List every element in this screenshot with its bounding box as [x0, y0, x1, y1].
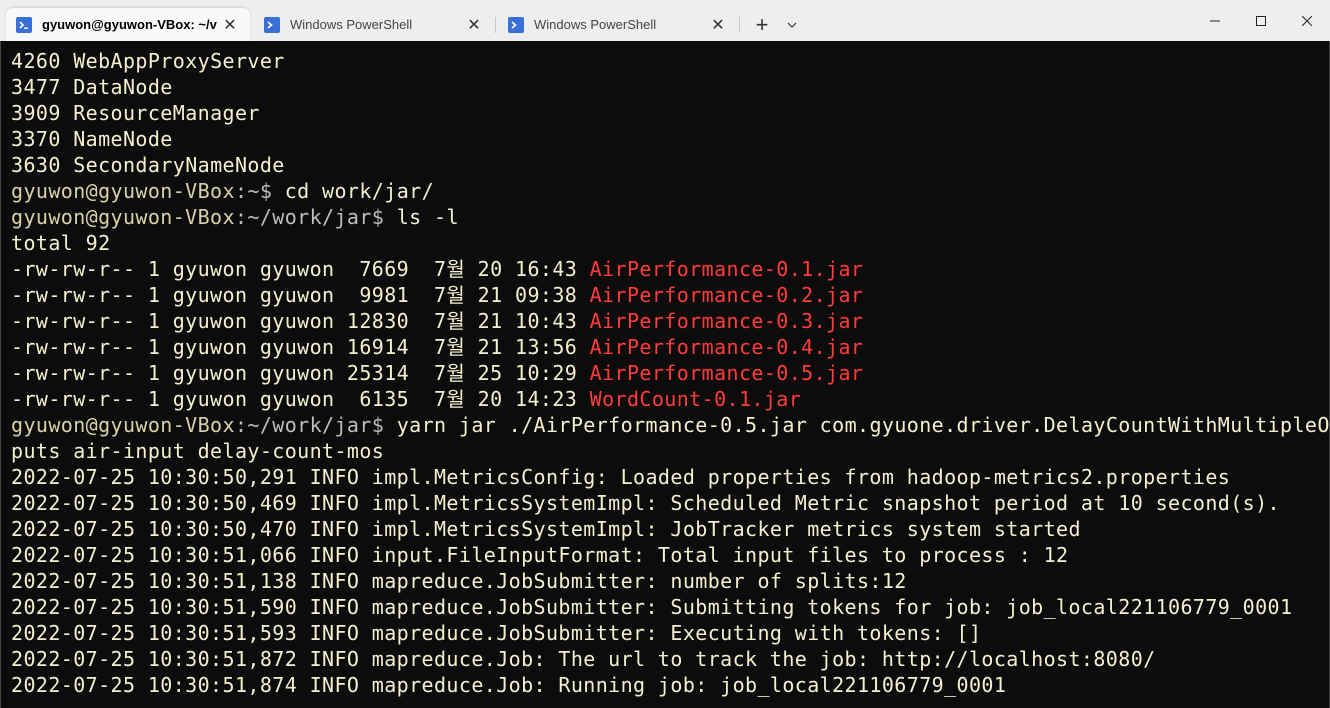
powershell-icon: [508, 16, 524, 33]
total-line: total 92: [11, 231, 111, 255]
file-row: -rw-rw-r-- 1 gyuwon gyuwon 7669 7월 20 16…: [11, 257, 864, 281]
command-text: cd work/jar/: [284, 179, 435, 203]
prompt-user: gyuwon@gyuwon-VBox: [11, 413, 235, 437]
log-line: 2022-07-25 10:30:51,138 INFO mapreduce.J…: [11, 569, 907, 593]
tab-title: Windows PowerShell: [534, 17, 657, 32]
file-row: -rw-rw-r-- 1 gyuwon gyuwon 25314 7월 25 1…: [11, 361, 864, 385]
log-line: 2022-07-25 10:30:51,593 INFO mapreduce.J…: [11, 621, 982, 645]
file-name: AirPerformance-0.3.jar: [589, 309, 864, 333]
process-line: 3909 ResourceManager: [11, 101, 260, 125]
log-line: 2022-07-25 10:30:51,874 INFO mapreduce.J…: [11, 673, 1007, 697]
prompt-line: gyuwon@gyuwon-VBox:~/work/jar$ yarn jar …: [11, 412, 1329, 438]
maximize-icon[interactable]: [1238, 0, 1284, 41]
log-line: 2022-07-25 10:30:50,470 INFO impl.Metric…: [11, 517, 1081, 541]
chevron-down-icon[interactable]: [780, 8, 804, 41]
close-icon[interactable]: ✕: [464, 15, 484, 35]
process-line: 4260 WebAppProxyServer: [11, 49, 285, 73]
powershell-icon: [264, 16, 280, 33]
tab-powershell-1[interactable]: Windows PowerShell ✕: [254, 8, 496, 41]
file-row: -rw-rw-r-- 1 gyuwon gyuwon 6135 7월 20 14…: [11, 387, 802, 411]
tab-ubuntu[interactable]: gyuwon@gyuwon-VBox: ~/v ✕: [6, 8, 250, 41]
log-line: 2022-07-25 10:30:50,469 INFO impl.Metric…: [11, 491, 1280, 515]
tab-powershell-2[interactable]: Windows PowerShell ✕: [498, 8, 740, 41]
linux-terminal-icon: [16, 16, 32, 33]
prompt-user: gyuwon@gyuwon-VBox: [11, 179, 235, 203]
minimize-icon[interactable]: [1192, 0, 1238, 41]
file-name: AirPerformance-0.2.jar: [589, 283, 864, 307]
tab-title: gyuwon@gyuwon-VBox: ~/v: [42, 17, 217, 32]
prompt-line: gyuwon@gyuwon-VBox:~/work/jar$ ls -l: [11, 205, 459, 229]
log-line: 2022-07-25 10:30:51,066 INFO input.FileI…: [11, 543, 1069, 567]
tab-title: Windows PowerShell: [290, 17, 413, 32]
file-row: -rw-rw-r-- 1 gyuwon gyuwon 9981 7월 21 09…: [11, 283, 864, 307]
file-name: WordCount-0.1.jar: [589, 387, 802, 411]
command-text: yarn jar ./AirPerformance-0.5.jar com.gy…: [396, 413, 1330, 437]
process-line: 3477 DataNode: [11, 75, 173, 99]
terminal-output[interactable]: 4260 WebAppProxyServer 3477 DataNode 390…: [0, 41, 1330, 708]
close-icon[interactable]: ✕: [708, 15, 728, 35]
window-controls: [1192, 0, 1330, 41]
close-icon[interactable]: ✕: [220, 15, 240, 35]
process-line: 3370 NameNode: [11, 127, 173, 151]
prompt-line: gyuwon@gyuwon-VBox:~$ cd work/jar/: [11, 179, 435, 203]
file-name: AirPerformance-0.5.jar: [589, 361, 864, 385]
new-tab-button[interactable]: +: [744, 8, 780, 41]
process-line: 3630 SecondaryNameNode: [11, 153, 285, 177]
title-bar: gyuwon@gyuwon-VBox: ~/v ✕ Windows PowerS…: [0, 0, 1330, 41]
log-line: 2022-07-25 10:30:50,291 INFO impl.Metric…: [11, 465, 1231, 489]
file-name: AirPerformance-0.4.jar: [589, 335, 864, 359]
file-row: -rw-rw-r-- 1 gyuwon gyuwon 16914 7월 21 1…: [11, 335, 864, 359]
log-line: 2022-07-25 10:30:51,872 INFO mapreduce.J…: [11, 647, 1156, 671]
command-wrap-line: puts air-input delay-count-mos: [11, 439, 385, 463]
file-row: -rw-rw-r-- 1 gyuwon gyuwon 12830 7월 21 1…: [11, 309, 864, 333]
prompt-user: gyuwon@gyuwon-VBox: [11, 205, 235, 229]
file-name: AirPerformance-0.1.jar: [589, 257, 864, 281]
command-text: ls -l: [396, 205, 459, 229]
log-line: 2022-07-25 10:30:51,590 INFO mapreduce.J…: [11, 595, 1293, 619]
close-window-icon[interactable]: [1284, 0, 1330, 41]
